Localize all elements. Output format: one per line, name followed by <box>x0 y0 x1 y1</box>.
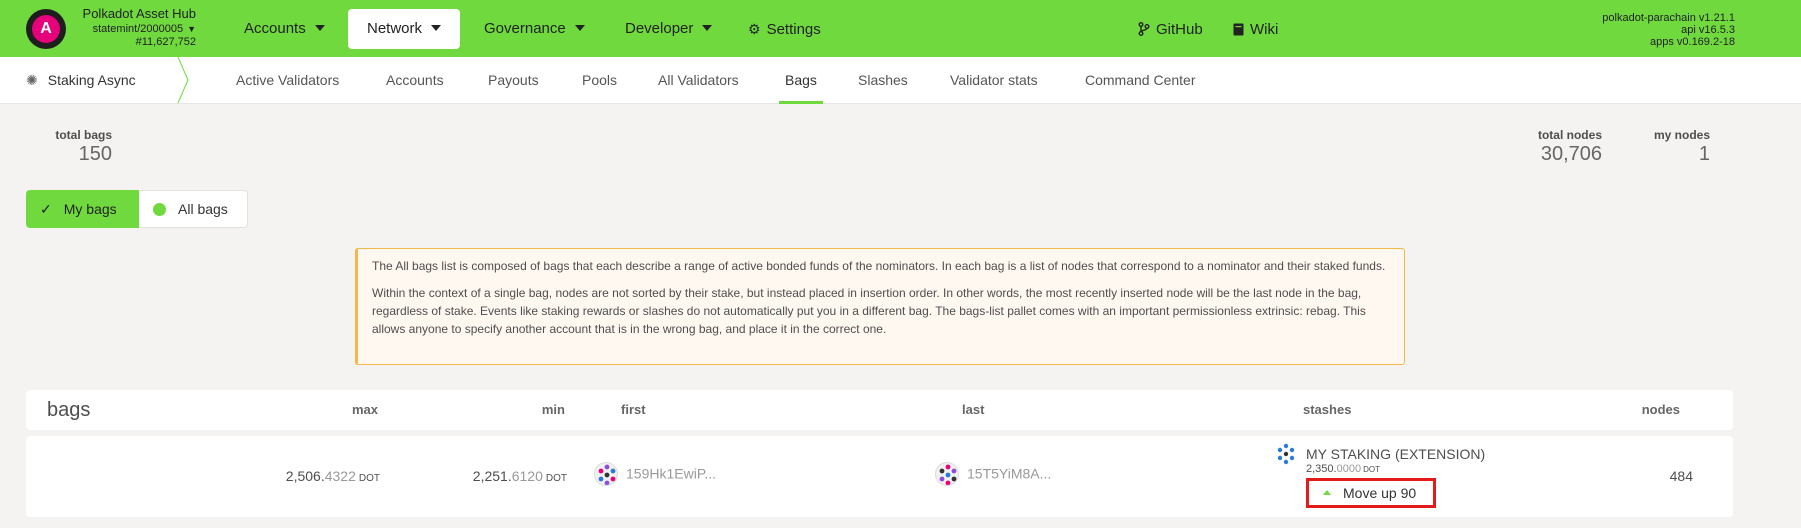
stash-name: MY STAKING (EXTENSION) <box>1306 446 1486 463</box>
book-icon <box>1233 21 1244 37</box>
tab-payouts[interactable]: Payouts <box>488 57 539 103</box>
identicon <box>935 462 959 486</box>
last-node-address[interactable]: 15T5YiM8A... <box>935 462 1051 487</box>
stash-amount: 2,350.0000 DOT <box>1306 463 1380 475</box>
column-header-last: last <box>962 402 985 417</box>
top-bar: A Polkadot Asset Hub statemint/2000005 ▼ … <box>0 0 1801 57</box>
section-separator <box>177 57 189 103</box>
block-number: #11,627,752 <box>135 36 196 48</box>
bag-nodes-count: 484 <box>1669 468 1693 484</box>
sub-navigation: ✺ Staking Async Active Validators Account… <box>0 57 1801 104</box>
chevron-down-icon: ▼ <box>187 24 196 34</box>
status-dot-icon <box>153 202 166 216</box>
column-header-first: first <box>621 402 646 417</box>
identicon <box>594 462 618 486</box>
nav-accounts[interactable]: Accounts <box>225 9 344 49</box>
nav-network[interactable]: Network <box>348 9 461 49</box>
arrow-up-icon <box>1323 490 1331 495</box>
tab-active-validators[interactable]: Active Validators <box>236 57 339 103</box>
api-version: api v16.5.3 <box>1681 24 1735 36</box>
nav-wiki[interactable]: Wiki <box>1214 9 1297 49</box>
my-nodes-value: 1 <box>1698 143 1710 165</box>
caret-down-icon <box>431 25 442 32</box>
tab-bags[interactable]: Bags <box>779 57 823 104</box>
my-nodes-label: my nodes <box>1653 128 1710 142</box>
move-up-button[interactable]: Move up 90 <box>1306 478 1436 508</box>
bag-min: 2,251.6120 DOT <box>472 468 567 484</box>
info-box: The All bags list is composed of bags th… <box>355 248 1405 365</box>
chain-name: Polkadot Asset Hub <box>82 6 196 21</box>
column-header-max: max <box>351 402 378 417</box>
my-bags-button[interactable]: ✓ My bags <box>26 190 139 228</box>
column-header-stashes: stashes <box>1303 402 1352 417</box>
bags-table-header: bags max min first last stashes nodes <box>26 390 1733 430</box>
section-title: ✺ Staking Async <box>26 72 136 88</box>
apps-version: apps v0.169.2-18 <box>1649 36 1735 48</box>
chain-selector[interactable]: Polkadot Asset Hub statemint/2000005 ▼ #1… <box>70 6 196 48</box>
staking-section-icon: ✺ <box>26 72 38 88</box>
caret-down-icon <box>702 25 713 32</box>
tab-accounts[interactable]: Accounts <box>386 57 444 103</box>
tab-command-center[interactable]: Command Center <box>1085 57 1196 103</box>
tab-pools[interactable]: Pools <box>582 57 617 103</box>
chain-spec: statemint/2000005 ▼ <box>92 23 196 35</box>
bags-filter-toggle: ✓ My bags All bags <box>26 190 248 228</box>
gear-icon: ⚙ <box>748 21 761 37</box>
summary-total-bags: total bags 150 <box>40 128 112 166</box>
column-header-nodes: nodes <box>1641 402 1680 417</box>
identicon <box>1274 442 1298 466</box>
chain-logo[interactable]: A <box>26 9 66 49</box>
column-header-min: min <box>541 402 565 417</box>
table-title: bags <box>47 399 91 421</box>
bag-max: 2,506.4322 DOT <box>285 468 380 484</box>
tab-all-validators[interactable]: All Validators <box>658 57 739 103</box>
total-nodes-value: 30,706 <box>1540 143 1602 165</box>
caret-down-icon <box>574 25 585 32</box>
info-paragraph-2: Within the context of a single bag, node… <box>372 286 1366 336</box>
first-node-address[interactable]: 159Hk1EwiP... <box>594 462 716 487</box>
table-row: 2,506.4322 DOT 2,251.6120 DOT 159Hk1EwiP..… <box>26 436 1733 517</box>
git-branch-icon <box>1138 21 1150 37</box>
tab-validator-stats[interactable]: Validator stats <box>950 57 1038 103</box>
nav-github[interactable]: GitHub <box>1119 9 1222 49</box>
info-paragraph-1: The All bags list is composed of bags th… <box>372 259 1386 273</box>
version-info: polkadot-parachain v1.21.1 api v16.5.3 a… <box>1602 12 1735 48</box>
summary-total-nodes: total nodes 30,706 <box>1510 128 1602 166</box>
runtime-version: polkadot-parachain v1.21.1 <box>1602 12 1735 24</box>
summary-my-nodes: my nodes 1 <box>1630 128 1710 166</box>
total-nodes-label: total nodes <box>1537 128 1602 142</box>
check-icon: ✓ <box>40 201 52 217</box>
tab-slashes[interactable]: Slashes <box>858 57 908 103</box>
caret-down-icon <box>314 25 325 32</box>
total-bags-value: 150 <box>78 143 112 165</box>
all-bags-button[interactable]: All bags <box>139 191 248 227</box>
nav-governance[interactable]: Governance <box>465 9 604 49</box>
chain-logo-letter: A <box>32 15 60 43</box>
nav-settings[interactable]: ⚙ Settings <box>729 9 840 49</box>
total-bags-label: total bags <box>55 128 112 142</box>
nav-developer[interactable]: Developer <box>606 9 731 49</box>
